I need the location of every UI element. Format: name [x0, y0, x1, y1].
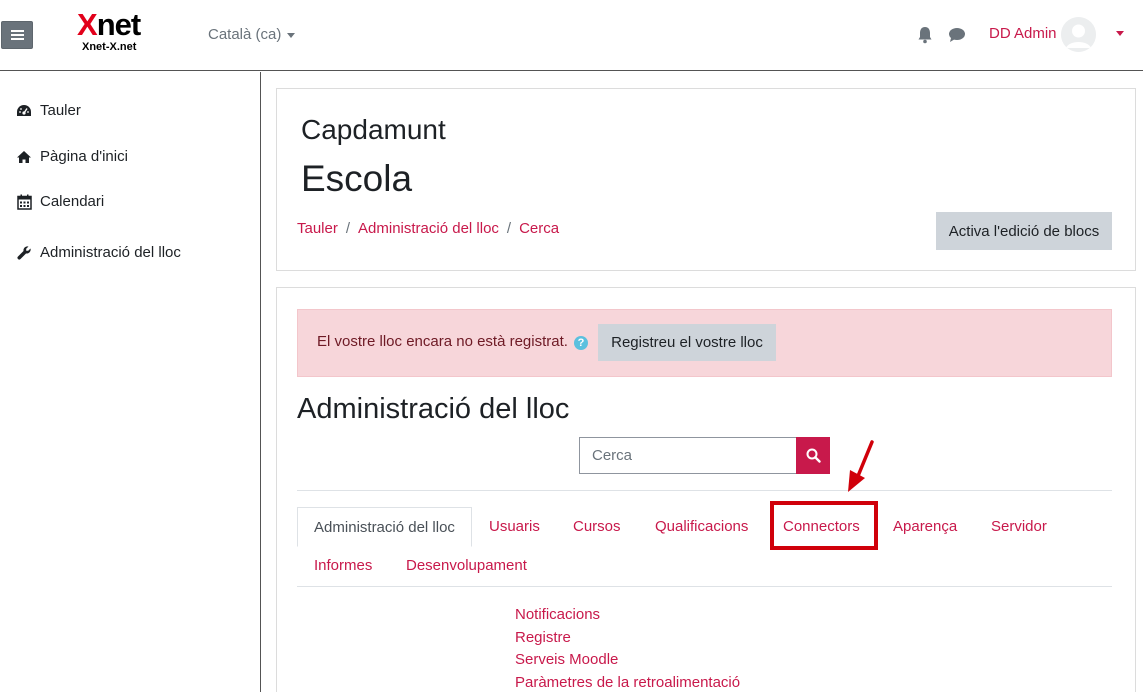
breadcrumb-item-site-administration[interactable]: Administració del lloc [358, 220, 499, 237]
user-menu-name[interactable]: DD Admin [989, 25, 1057, 42]
language-selector[interactable]: Català (ca) [208, 26, 296, 43]
menu-toggle-button[interactable] [1, 21, 33, 49]
tab-users[interactable]: Usuaris [489, 518, 540, 535]
sidebar-item-site-administration[interactable]: Administració del lloc [16, 244, 181, 261]
divider [297, 586, 1112, 587]
chevron-down-icon [287, 32, 296, 38]
tab-grades[interactable]: Qualificacions [655, 518, 748, 535]
divider [297, 490, 1112, 491]
tab-server[interactable]: Servidor [991, 518, 1047, 535]
alert-text: El vostre lloc encara no està registrat. [317, 333, 568, 350]
search-button[interactable] [796, 437, 830, 474]
link-feedback-settings[interactable]: Paràmetres de la retroalimentació [515, 672, 740, 692]
link-registration[interactable]: Registre [515, 627, 740, 650]
admin-link-list: Notificacions Registre Serveis Moodle Pa… [515, 604, 740, 692]
sidebar: Tauler Pàgina d'inici Calendari Administ… [0, 72, 261, 692]
tab-reports[interactable]: Informes [314, 557, 372, 574]
page-title: Administració del lloc [297, 393, 570, 425]
breadcrumb: Tauler / Administració del lloc / Cerca [297, 220, 559, 237]
site-name-line2: Escola [301, 158, 413, 199]
tab-site-administration[interactable]: Administració del lloc [297, 507, 472, 547]
sidebar-item-home[interactable]: Pàgina d'inici [16, 148, 128, 165]
wrench-icon [16, 245, 32, 261]
search-icon [806, 448, 821, 463]
admin-search-input[interactable] [579, 437, 797, 474]
sidebar-item-dashboard[interactable]: Tauler [16, 102, 81, 119]
hamburger-icon [10, 30, 24, 32]
site-name-line1: Capdamunt [301, 114, 446, 145]
site-logo[interactable]: Xnet Xnet-X.net [77, 9, 157, 59]
top-navbar: Xnet Xnet-X.net Català (ca) DD Admin [0, 0, 1143, 71]
tab-development[interactable]: Desenvolupament [406, 557, 527, 574]
link-moodle-services[interactable]: Serveis Moodle [515, 649, 740, 672]
bell-icon[interactable] [917, 26, 933, 44]
dashboard-icon [16, 103, 32, 119]
breadcrumb-item-search[interactable]: Cerca [519, 220, 559, 237]
breadcrumb-separator: / [345, 220, 351, 237]
user-avatar-icon [1061, 17, 1096, 52]
calendar-icon [16, 194, 32, 210]
sidebar-item-label: Administració del lloc [40, 244, 181, 261]
tab-appearance[interactable]: Aparença [893, 518, 957, 535]
sidebar-item-label: Calendari [40, 193, 105, 210]
breadcrumb-separator: / [506, 220, 512, 237]
tab-courses[interactable]: Cursos [573, 518, 621, 535]
sidebar-item-label: Tauler [40, 102, 81, 119]
user-menu-chevron-icon[interactable] [1116, 31, 1124, 36]
tab-plugins[interactable]: Connectors [783, 518, 860, 535]
enable-block-editing-button[interactable]: Activa l'edició de blocs [936, 212, 1112, 250]
sidebar-item-label: Pàgina d'inici [40, 148, 128, 165]
help-icon[interactable]: ? [574, 336, 588, 350]
sidebar-item-calendar[interactable]: Calendari [16, 193, 104, 210]
home-icon [16, 149, 32, 165]
chat-icon[interactable] [948, 27, 966, 43]
link-notifications[interactable]: Notificacions [515, 604, 740, 627]
breadcrumb-item-dashboard[interactable]: Tauler [297, 220, 338, 237]
avatar[interactable] [1061, 17, 1096, 52]
register-site-button[interactable]: Registreu el vostre lloc [598, 324, 776, 361]
